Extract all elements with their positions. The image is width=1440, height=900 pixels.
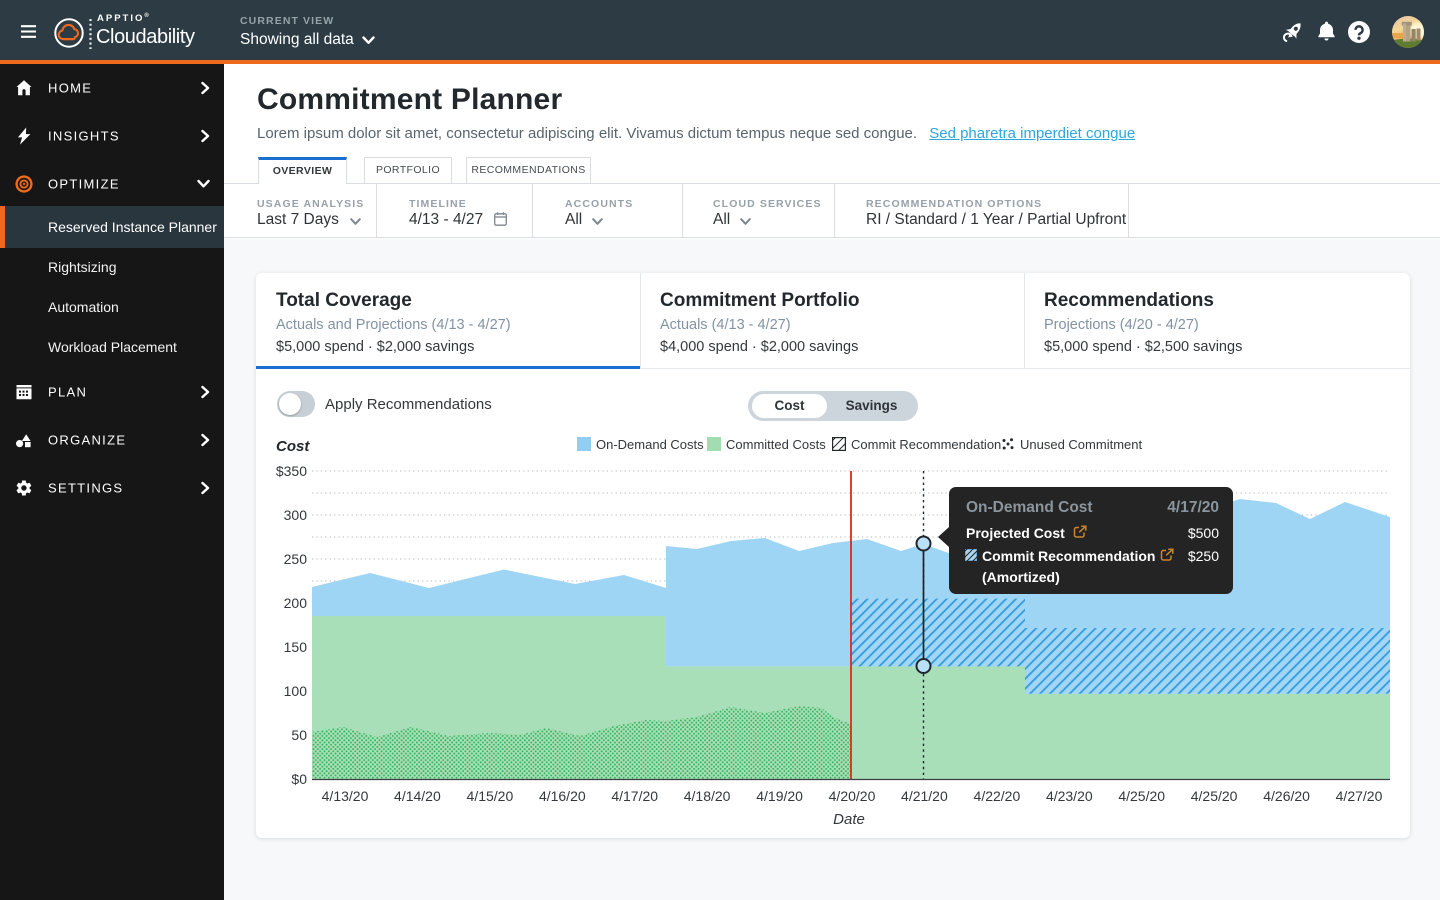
svg-text:4/26/20: 4/26/20 (1263, 788, 1310, 804)
svg-text:4/17/20: 4/17/20 (611, 788, 658, 804)
svg-text:4/21/20: 4/21/20 (901, 788, 948, 804)
svg-text:4/20/20: 4/20/20 (829, 788, 876, 804)
svg-text:$350: $350 (276, 463, 307, 479)
svg-text:Date: Date (833, 811, 865, 828)
svg-text:4/18/20: 4/18/20 (684, 788, 731, 804)
svg-text:50: 50 (291, 727, 307, 743)
svg-text:4/14/20: 4/14/20 (394, 788, 441, 804)
svg-text:250: 250 (284, 551, 308, 567)
svg-text:4/22/20: 4/22/20 (974, 788, 1021, 804)
svg-text:4/23/20: 4/23/20 (1046, 788, 1093, 804)
svg-text:150: 150 (284, 639, 308, 655)
svg-text:100: 100 (284, 683, 308, 699)
svg-text:200: 200 (284, 595, 308, 611)
svg-text:4/25/20: 4/25/20 (1118, 788, 1165, 804)
svg-text:4/19/20: 4/19/20 (756, 788, 803, 804)
svg-text:4/27/20: 4/27/20 (1336, 788, 1383, 804)
svg-text:$0: $0 (291, 771, 307, 787)
svg-text:4/15/20: 4/15/20 (467, 788, 514, 804)
svg-text:4/25/20: 4/25/20 (1191, 788, 1238, 804)
svg-text:4/16/20: 4/16/20 (539, 788, 586, 804)
svg-text:300: 300 (284, 507, 308, 523)
svg-text:4/13/20: 4/13/20 (322, 788, 369, 804)
